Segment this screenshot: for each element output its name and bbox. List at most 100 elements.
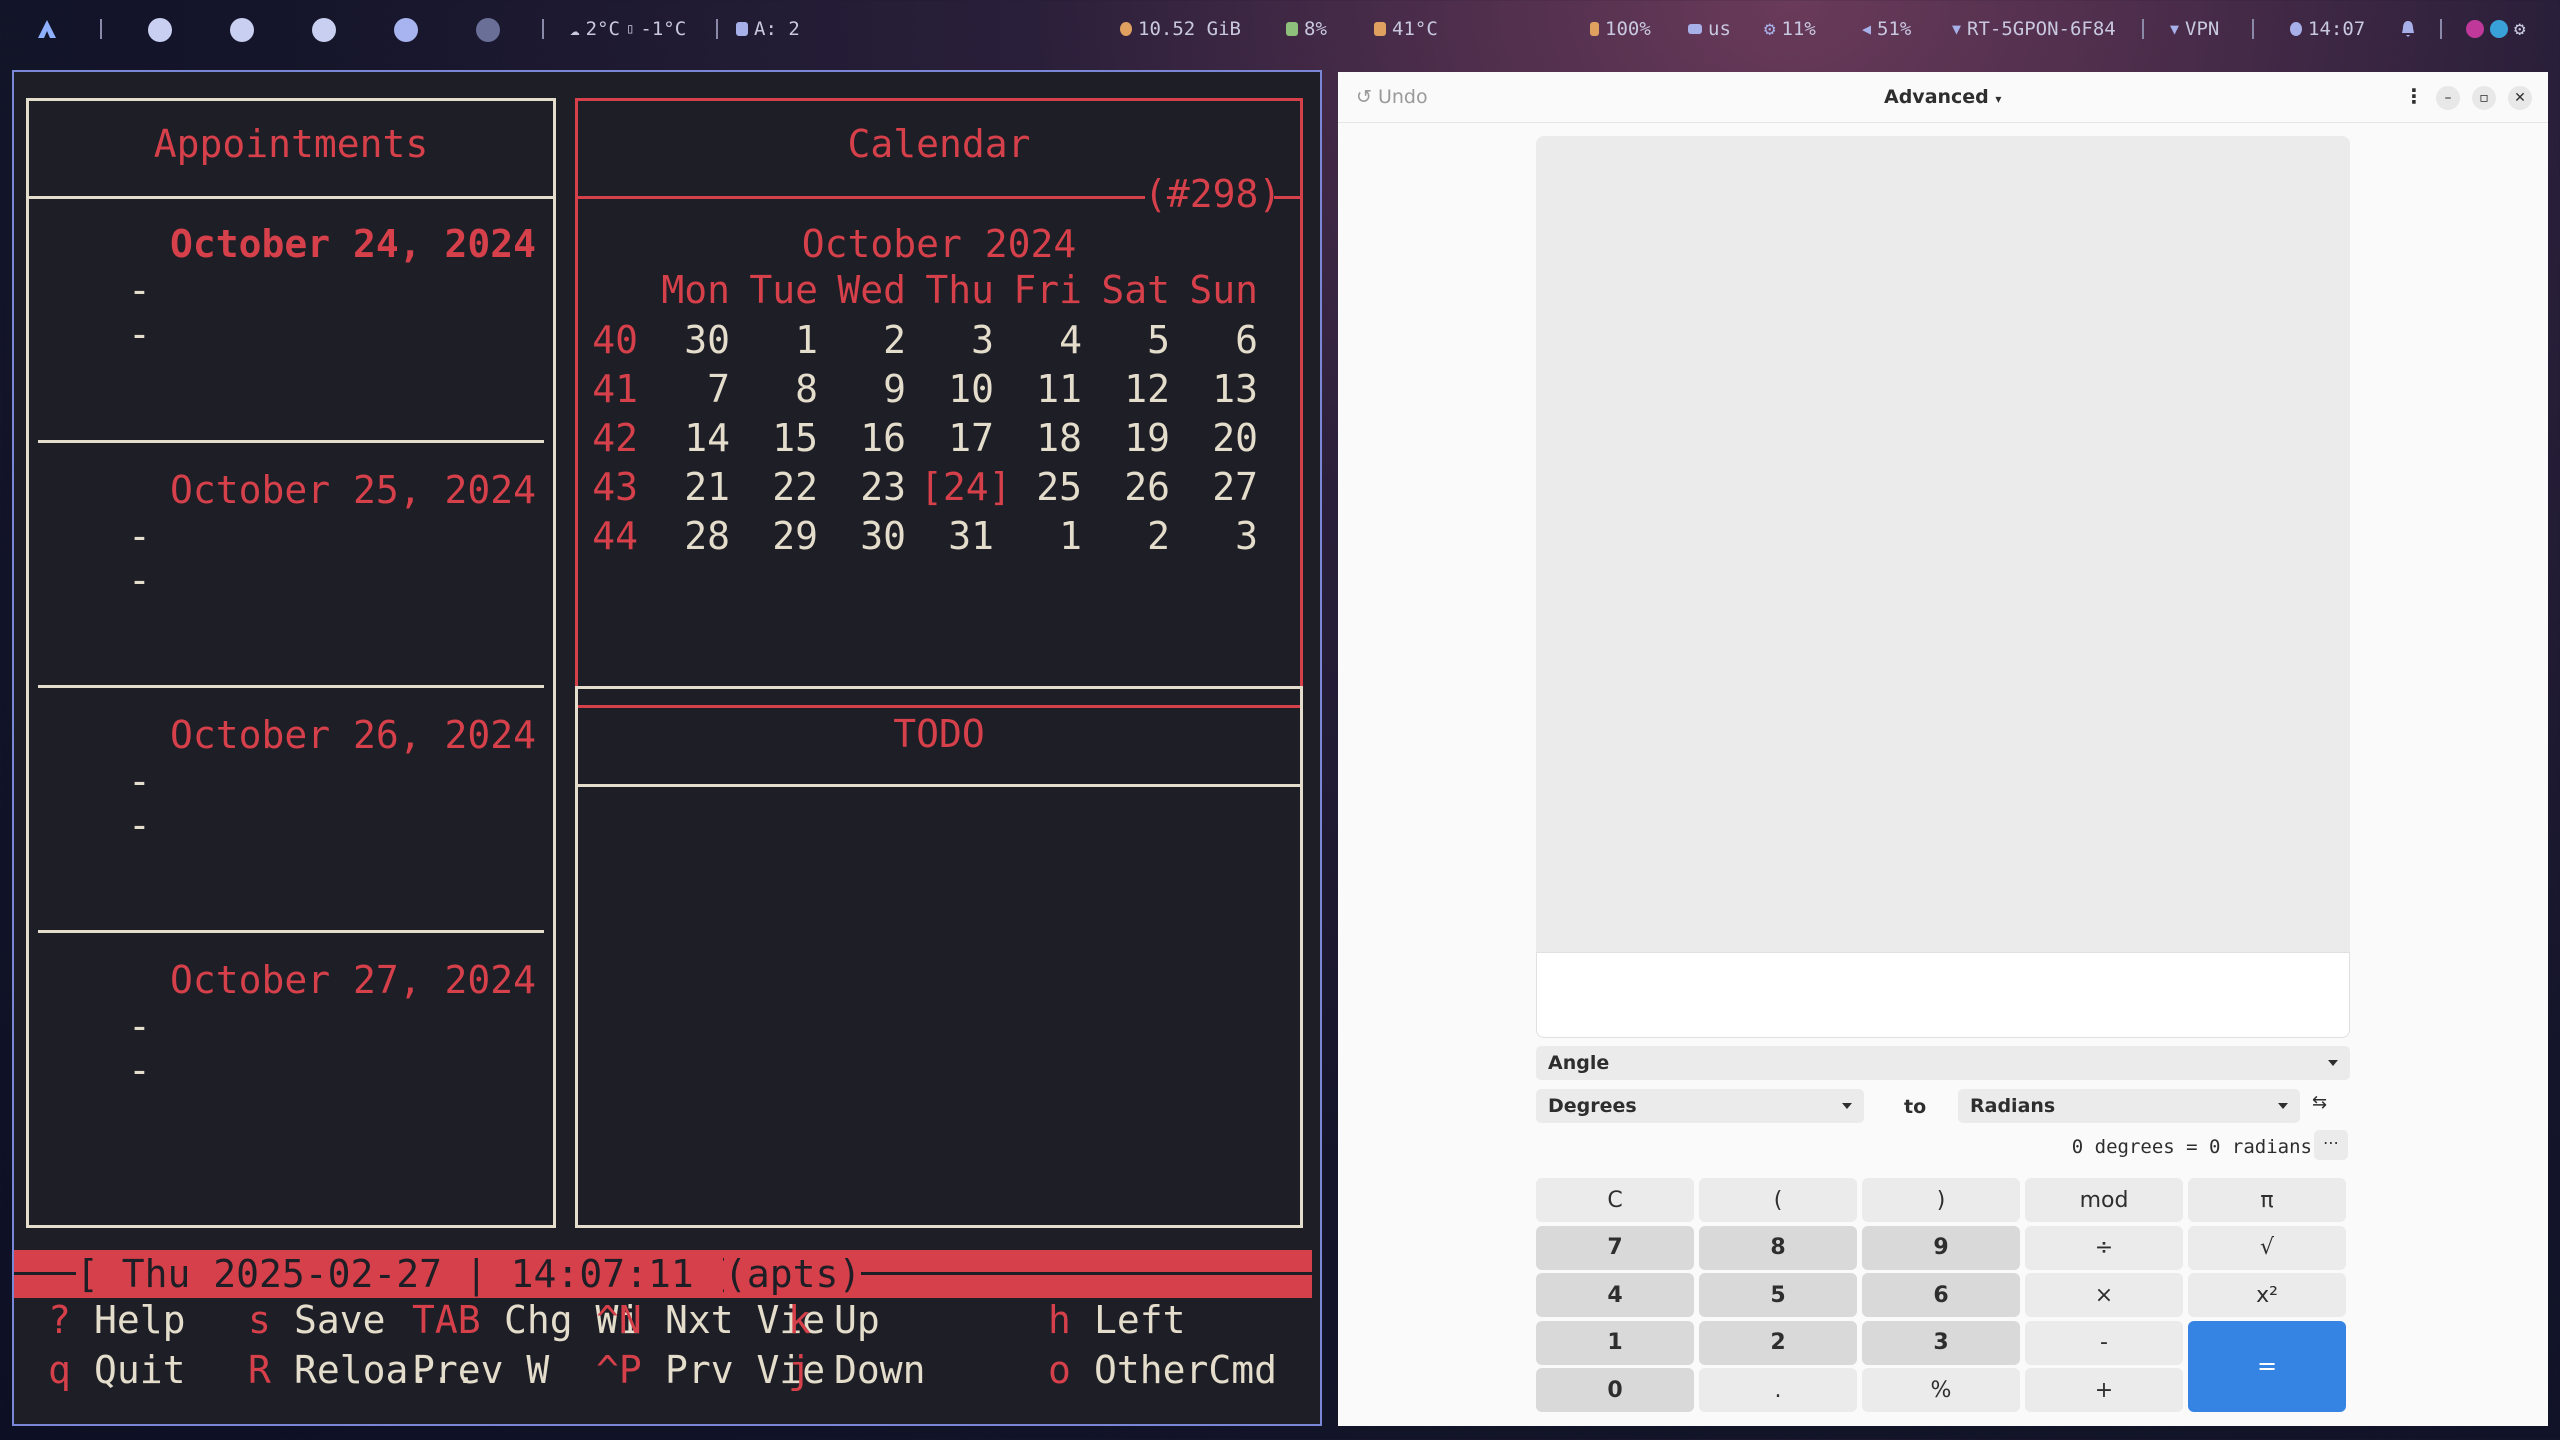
calendar-day[interactable]: 28 (648, 514, 730, 558)
calendar-day[interactable]: 5 (1088, 318, 1170, 362)
calendar-day[interactable]: 6 (1176, 318, 1258, 362)
keyboard-widget[interactable]: us (1688, 0, 1731, 58)
calendar-day[interactable]: 25 (1000, 465, 1082, 509)
clock-widget[interactable]: 14:07 (2290, 0, 2365, 58)
workspace-3[interactable] (312, 18, 336, 42)
calendar-day[interactable]: 3 (912, 318, 994, 362)
launcher-icon[interactable] (36, 0, 58, 58)
calendar-day[interactable]: 26 (1088, 465, 1170, 509)
load-widget[interactable]: ⚙ 11% (1764, 0, 1816, 58)
digit-7-button[interactable]: 7 (1536, 1225, 1694, 1270)
more-icon[interactable]: ⋯ (2314, 1130, 2348, 1160)
digit-1-button[interactable]: 1 (1536, 1320, 1694, 1365)
calendar-day[interactable]: 19 (1088, 416, 1170, 460)
clear-button[interactable]: C (1536, 1178, 1694, 1222)
calendar-day[interactable]: 17 (912, 416, 994, 460)
telegram-icon[interactable] (2490, 20, 2508, 38)
minus-button[interactable]: - (2025, 1320, 2183, 1365)
calendar-day[interactable]: 15 (736, 416, 818, 460)
calendar-day[interactable]: 3 (1176, 514, 1258, 558)
maximize-button[interactable]: ▫ (2472, 86, 2496, 110)
calendar-day[interactable]: 2 (824, 318, 906, 362)
calendar-day[interactable]: 11 (1000, 367, 1082, 411)
workspace-2[interactable] (230, 18, 254, 42)
sqrt-button[interactable]: √ (2188, 1225, 2346, 1270)
calendar-day[interactable]: 1 (1000, 514, 1082, 558)
digit-6-button[interactable]: 6 (1862, 1273, 2020, 1317)
calendar-day[interactable]: 22 (736, 465, 818, 509)
appointment-entry[interactable]: -- (128, 759, 151, 847)
equals-button[interactable]: = (2188, 1320, 2346, 1412)
settings-icon[interactable]: ⚙ (2514, 18, 2525, 40)
calendar-grid[interactable]: Mon Tue Wed Thu Fri Sat Sun 40 30 1 2 3 4 5 6 41 7 8 9 10 11… (592, 268, 1294, 628)
calendar-day[interactable]: 7 (648, 367, 730, 411)
calendar-day[interactable]: 1 (736, 318, 818, 362)
vpn-widget[interactable]: ▼ VPN (2170, 0, 2219, 58)
temperature-widget[interactable]: 41°C (1374, 0, 1438, 58)
calendar-day-selected[interactable]: [24] (920, 465, 1012, 509)
calendar-day[interactable]: 18 (1000, 416, 1082, 460)
appointment-entry[interactable]: -- (128, 514, 151, 602)
workspace-5[interactable] (476, 18, 500, 42)
bell-icon[interactable] (2400, 0, 2416, 58)
battery-widget[interactable]: 100% (1590, 0, 1651, 58)
close-button[interactable]: ✕ (2508, 86, 2532, 110)
calendar-day[interactable]: 30 (824, 514, 906, 558)
calendar-day[interactable]: 20 (1176, 416, 1258, 460)
wifi-widget[interactable]: ▼ RT-5GPON-6F84 (1952, 0, 2116, 58)
weather-widget[interactable]: ☁ 2°C ▯ -1°C (570, 0, 686, 58)
browser-icon[interactable] (2466, 20, 2484, 38)
undo-button[interactable]: ↺ Undo (1356, 86, 1428, 108)
calendar-day[interactable]: 13 (1176, 367, 1258, 411)
menu-icon[interactable]: ⋮ (2404, 84, 2424, 108)
divide-button[interactable]: ÷ (2025, 1225, 2183, 1270)
conversion-category-select[interactable]: Angle (1536, 1046, 2350, 1080)
digit-0-button[interactable]: 0 (1536, 1368, 1694, 1412)
open-paren-button[interactable]: ( (1699, 1178, 1857, 1222)
expression-input[interactable] (1536, 952, 2350, 1038)
calendar-day[interactable]: 29 (736, 514, 818, 558)
percent-button[interactable]: % (1862, 1368, 2020, 1412)
calendar-day[interactable]: 2 (1088, 514, 1170, 558)
calendar-day[interactable]: 4 (1000, 318, 1082, 362)
square-button[interactable]: x² (2188, 1273, 2346, 1317)
calendar-day[interactable]: 9 (824, 367, 906, 411)
swap-units-icon[interactable]: ⇆ (2312, 1092, 2327, 1113)
multiply-button[interactable]: × (2025, 1273, 2183, 1317)
calendar-day[interactable]: 21 (648, 465, 730, 509)
calendar-day[interactable]: 23 (824, 465, 906, 509)
pi-button[interactable]: π (2188, 1178, 2346, 1222)
mode-selector[interactable]: Advanced ▾ (1884, 86, 2001, 108)
appointment-entry[interactable]: -- (128, 268, 151, 356)
volume-widget[interactable]: ◀ 51% (1862, 0, 1911, 58)
minimize-button[interactable]: – (2436, 86, 2460, 110)
calendar-day[interactable]: 16 (824, 416, 906, 460)
to-unit-select[interactable]: Radians (1958, 1089, 2300, 1123)
calendar-day[interactable]: 31 (912, 514, 994, 558)
calculator-window[interactable]: ↺ Undo Advanced ▾ ⋮ – ▫ ✕ Angle Degrees … (1338, 72, 2548, 1426)
digit-8-button[interactable]: 8 (1699, 1225, 1857, 1270)
digit-4-button[interactable]: 4 (1536, 1273, 1694, 1317)
workspace-4[interactable] (394, 18, 418, 42)
cpu-widget[interactable]: 8% (1286, 0, 1327, 58)
plus-button[interactable]: + (2025, 1368, 2183, 1412)
calendar-day[interactable]: 27 (1176, 465, 1258, 509)
calendar-day[interactable]: 12 (1088, 367, 1170, 411)
apps-widget[interactable]: A: 2 (736, 0, 800, 58)
calendar-day[interactable]: 30 (648, 318, 730, 362)
mod-button[interactable]: mod (2025, 1178, 2183, 1222)
digit-2-button[interactable]: 2 (1699, 1320, 1857, 1365)
calendar-day[interactable]: 8 (736, 367, 818, 411)
calendar-day[interactable]: 14 (648, 416, 730, 460)
digit-3-button[interactable]: 3 (1862, 1320, 2020, 1365)
digit-9-button[interactable]: 9 (1862, 1225, 2020, 1270)
digit-5-button[interactable]: 5 (1699, 1273, 1857, 1317)
calendar-day[interactable]: 10 (912, 367, 994, 411)
close-paren-button[interactable]: ) (1862, 1178, 2020, 1222)
workspace-1[interactable] (148, 18, 172, 42)
appointment-entry[interactable]: -- (128, 1004, 151, 1092)
decimal-button[interactable]: . (1699, 1368, 1857, 1412)
calcurse-terminal[interactable]: Appointments October 24, 2024 -- October… (12, 70, 1322, 1426)
from-unit-select[interactable]: Degrees (1536, 1089, 1864, 1123)
memory-widget[interactable]: 10.52 GiB (1120, 0, 1241, 58)
